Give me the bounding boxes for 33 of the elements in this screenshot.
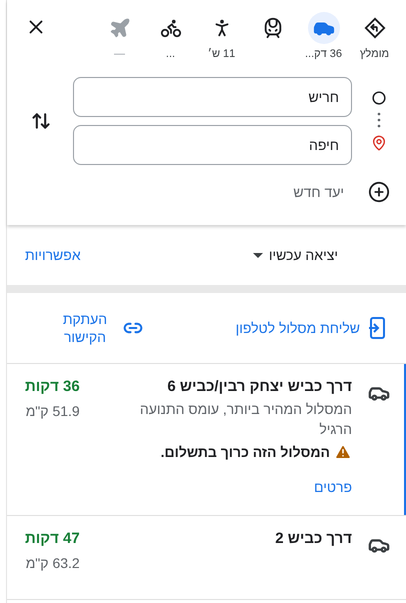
- route-distance: 63.2 ק"מ: [26, 555, 80, 571]
- swap-button[interactable]: [31, 111, 51, 131]
- details-link[interactable]: פרטים: [80, 479, 352, 495]
- travel-mode-tab[interactable]: ...: [145, 12, 196, 61]
- dots-icon: [377, 111, 381, 129]
- caret-icon: [252, 252, 263, 258]
- origin-field[interactable]: חריש: [73, 77, 352, 117]
- airplane-icon: [108, 17, 130, 39]
- phone-send-icon: [368, 317, 386, 339]
- destination-field[interactable]: חיפה: [73, 125, 352, 165]
- travel-mode-tab[interactable]: 36 דק...: [298, 12, 349, 61]
- send-to-phone-button[interactable]: שליחת מסלול לטלפון: [236, 317, 386, 339]
- travel-mode-tab[interactable]: מומלץ: [349, 12, 400, 61]
- route-duration: 36 דקות: [25, 378, 80, 395]
- destination-pin-icon: [371, 135, 387, 151]
- toll-warning: המסלול הזה כרוך בתשלום.: [160, 444, 330, 460]
- options-link[interactable]: אפשרויות: [25, 247, 81, 263]
- route-description: המסלול המהיר ביותר, עומס התנועה הרגיל: [138, 400, 352, 439]
- origin-circle-icon: [372, 91, 386, 105]
- warning-icon: [334, 443, 352, 461]
- add-destination-button[interactable]: יעד חדש: [293, 181, 406, 203]
- copy-link-button[interactable]: העתקת הקישור: [55, 310, 143, 346]
- route-title: דרך כביש 2: [274, 530, 352, 547]
- route-card[interactable]: דרך כביש 2 47 דקות 63.2 ק"מ: [7, 516, 406, 600]
- route-card[interactable]: דרך כביש יצחק רבין/כביש 6 המסלול המהיר ביותר, עומס התנועה הרגיל המסלול הזה כרוך בתשלום. פרטים 36 דקות 51.9 ק"מ: [7, 364, 406, 516]
- departure-dropdown[interactable]: יציאה עכשיו: [252, 247, 338, 263]
- plus-circle-icon: [368, 181, 390, 203]
- travel-mode-tab[interactable]: 11 ש׳: [196, 12, 247, 61]
- route-duration: 47 דקות: [25, 530, 80, 547]
- turn-sign-icon: [364, 17, 386, 39]
- bicycle-icon: [160, 17, 182, 39]
- route-title: דרך כביש יצחק רבין/כביש 6: [166, 378, 352, 395]
- route-distance: 51.9 ק"מ: [26, 403, 80, 419]
